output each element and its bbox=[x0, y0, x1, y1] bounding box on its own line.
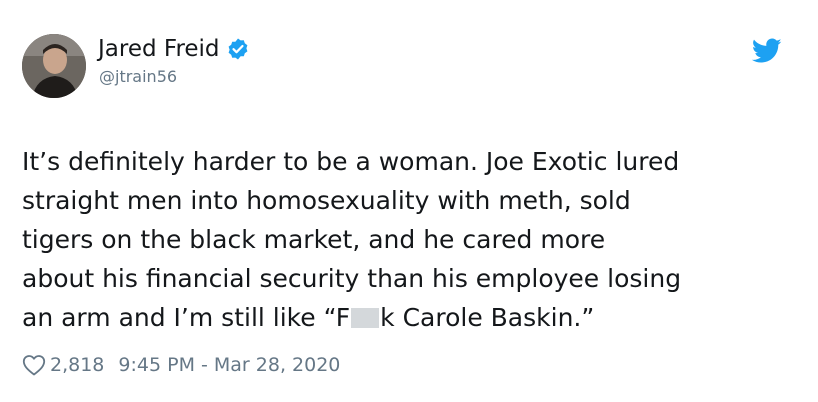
tweet-text-line: tigers on the black market, and he cared… bbox=[22, 225, 606, 254]
author-name-row[interactable]: Jared Freid bbox=[98, 34, 250, 64]
tweet-card: Jared Freid @jtrain56 It’s definitely ha… bbox=[0, 0, 818, 402]
tweet-footer: 2,818 9:45 PM - Mar 28, 2020 bbox=[22, 352, 340, 378]
verified-badge-icon bbox=[228, 38, 247, 60]
avatar-image bbox=[22, 34, 86, 98]
twitter-bird-icon[interactable] bbox=[752, 38, 782, 64]
tweet-timestamp[interactable]: 9:45 PM - Mar 28, 2020 bbox=[118, 352, 340, 378]
tweet-text-line: straight men into homosexuality with met… bbox=[22, 186, 631, 215]
author-handle[interactable]: @jtrain56 bbox=[99, 66, 177, 88]
tweet-text-line: an arm and I’m still like “F k Carole Bas… bbox=[22, 298, 802, 337]
censor-block bbox=[351, 308, 380, 328]
tweet-text: It’s definitely harder to be a woman. Jo… bbox=[22, 142, 802, 337]
like-count[interactable]: 2,818 bbox=[50, 352, 104, 378]
tweet-text-line: about his financial security than his em… bbox=[22, 264, 682, 293]
tweet-text-line: It’s definitely harder to be a woman. Jo… bbox=[22, 147, 680, 176]
heart-icon[interactable] bbox=[22, 354, 46, 376]
tweet-text-fragment: k Carole Baskin.” bbox=[380, 303, 595, 332]
tweet-text-fragment: an arm and I’m still like “F bbox=[22, 303, 351, 332]
avatar[interactable] bbox=[22, 34, 86, 98]
author-display-name[interactable]: Jared Freid bbox=[98, 34, 220, 64]
